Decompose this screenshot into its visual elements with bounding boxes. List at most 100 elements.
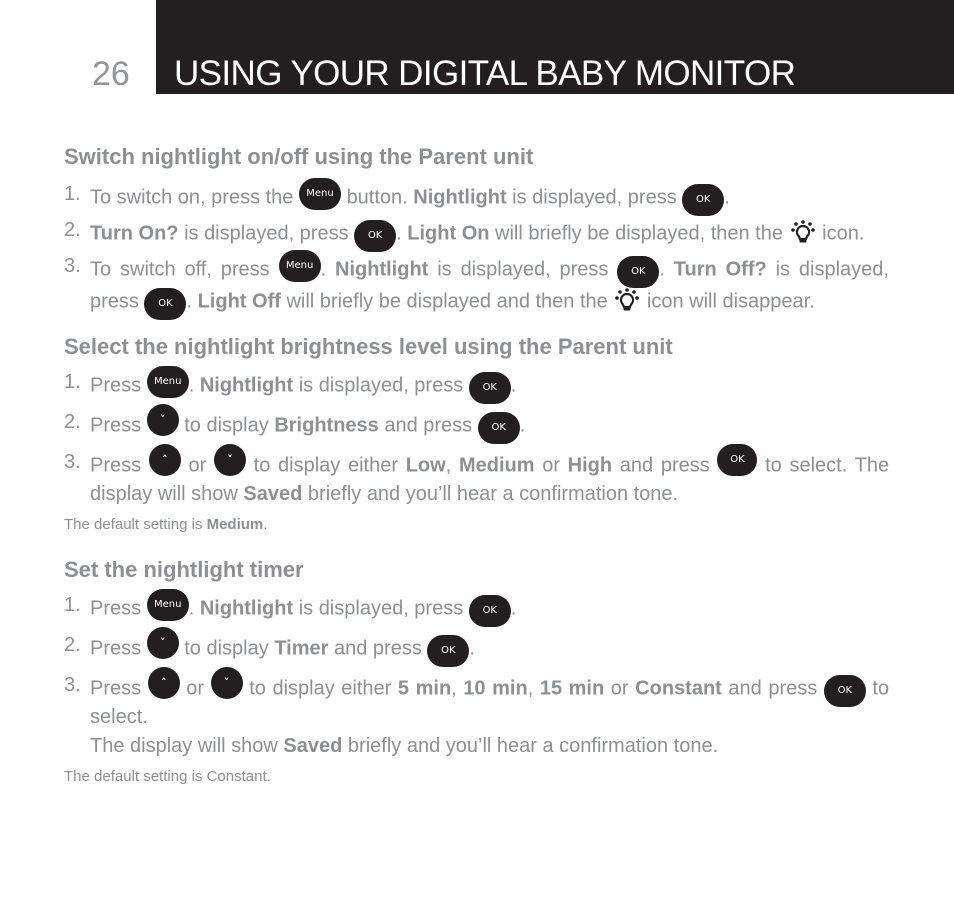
ok-button-icon: OK xyxy=(717,444,758,476)
step-text: will briefly be displayed and then the xyxy=(286,290,608,313)
section-timer: Set the nightlight timer 1. Press Menu. … xyxy=(64,555,889,787)
step-text: to display either xyxy=(253,454,398,477)
step-bold: Light Off xyxy=(197,290,281,313)
menu-button-icon: Menu xyxy=(146,589,189,621)
step-bold: High xyxy=(567,454,613,477)
step-bold: 15 min xyxy=(539,677,605,700)
step-text: Press xyxy=(90,414,142,437)
step-text: or xyxy=(610,677,629,700)
step-text: to display xyxy=(184,414,269,437)
step-text: will briefly be displayed, then the xyxy=(495,222,783,245)
step-text: . xyxy=(188,374,195,397)
step-text: briefly and you’ll hear a confirmation t… xyxy=(307,483,679,505)
step-bold: Saved xyxy=(243,483,303,505)
nightlight-bulb-icon xyxy=(790,220,815,243)
step-item: 3. To switch off, press Menu. Nightlight… xyxy=(64,250,889,320)
ok-button-icon: OK xyxy=(468,595,511,627)
step-bold: Low xyxy=(405,454,446,477)
step-text: briefly and you’ll hear a confirmation t… xyxy=(347,735,719,757)
step-text: or xyxy=(186,677,205,700)
step-item: 1. Press Menu. Nightlight is displayed, … xyxy=(64,366,889,404)
down-arrow-button-icon: ˅ xyxy=(210,667,243,699)
step-text: and press xyxy=(619,454,710,477)
down-arrow-button-icon: ˅ xyxy=(213,444,246,476)
note-text: The default setting is xyxy=(64,516,203,533)
step-item: 2. Press ˅ to display Timer and press OK… xyxy=(64,627,889,667)
step-text: . xyxy=(659,258,665,281)
step-number: 1. xyxy=(64,183,81,205)
ok-button-icon: OK xyxy=(144,288,187,320)
step-number: 2. xyxy=(64,634,81,656)
ok-button-icon: OK xyxy=(823,675,866,707)
step-text: . xyxy=(396,222,402,245)
step-item: 2. Turn On? is displayed, press OK. Ligh… xyxy=(64,218,889,252)
down-arrow-button-icon: ˅ xyxy=(146,627,179,659)
step-number: 2. xyxy=(64,219,81,241)
step-text: to display xyxy=(184,637,269,660)
step-text: or xyxy=(542,454,560,477)
step-text: is displayed, press xyxy=(512,186,677,209)
section-heading: Select the nightlight brightness level u… xyxy=(64,334,673,359)
default-setting-note: The default setting is Medium. xyxy=(64,515,889,535)
step-text: and press xyxy=(333,637,422,660)
step-text: icon will disappear. xyxy=(646,290,815,313)
step-text: to display either xyxy=(249,677,392,700)
ok-button-icon: OK xyxy=(354,220,397,252)
ok-button-icon: OK xyxy=(682,184,725,216)
step-number: 1. xyxy=(64,371,81,393)
step-continuation: The display will show Saved briefly and … xyxy=(90,734,889,759)
step-text: , xyxy=(445,454,452,477)
step-item: 2. Press ˅ to display Brightness and pre… xyxy=(64,404,889,444)
step-text: Press xyxy=(90,374,142,397)
step-bold: 10 min xyxy=(463,677,528,700)
step-item: 1. To switch on, press the Menu button. … xyxy=(64,178,889,216)
step-text: . xyxy=(188,597,195,620)
step-list: 1. Press Menu. Nightlight is displayed, … xyxy=(64,366,889,507)
step-text: To switch off, press xyxy=(90,258,270,281)
step-text: , xyxy=(451,677,457,700)
step-bold: Saved xyxy=(283,735,343,757)
step-number: 1. xyxy=(64,594,81,616)
step-bold: Nightlight xyxy=(199,597,294,620)
step-bold: Constant xyxy=(635,677,722,700)
nightlight-bulb-icon xyxy=(615,288,640,311)
step-text: To switch on, press the xyxy=(90,186,294,209)
step-text: , xyxy=(527,677,534,700)
step-item: 3. Press ˄ or ˅ to display either 5 min,… xyxy=(64,667,889,759)
step-number: 2. xyxy=(64,411,81,433)
step-bold: Nightlight xyxy=(413,186,507,209)
section-brightness: Select the nightlight brightness level u… xyxy=(64,332,889,535)
default-setting-note: The default setting is Constant. xyxy=(64,767,889,787)
step-text: button. xyxy=(346,186,408,209)
step-text: is displayed, press xyxy=(437,258,609,281)
step-bold: Medium xyxy=(458,454,535,477)
step-number: 3. xyxy=(64,674,81,696)
step-text: . xyxy=(320,258,327,281)
step-text: . xyxy=(186,290,193,313)
header-bar: USING YOUR DIGITAL BABY MONITOR xyxy=(156,0,954,94)
step-item: 3. Press ˄ or ˅ to display either Low, M… xyxy=(64,444,889,507)
step-text: . xyxy=(469,637,475,660)
step-text: . xyxy=(510,374,517,397)
step-text: is displayed, press xyxy=(298,597,464,620)
step-text: . xyxy=(519,414,526,437)
ok-button-icon: OK xyxy=(427,635,470,667)
up-arrow-button-icon: ˄ xyxy=(147,667,180,699)
page-number: 26 xyxy=(92,55,130,93)
content: Switch nightlight on/off using the Paren… xyxy=(64,142,889,787)
step-number: 3. xyxy=(64,255,81,277)
step-text: . xyxy=(724,186,730,209)
step-bold: Nightlight xyxy=(199,374,294,397)
menu-button-icon: Menu xyxy=(278,250,321,282)
ok-button-icon: OK xyxy=(477,412,520,444)
step-bold: Turn Off? xyxy=(673,258,767,281)
ok-button-icon: OK xyxy=(617,256,660,288)
step-list: 1. Press Menu. Nightlight is displayed, … xyxy=(64,589,889,759)
section-heading: Switch nightlight on/off using the Paren… xyxy=(64,144,534,169)
ok-button-icon: OK xyxy=(468,372,511,404)
step-list: 1. To switch on, press the Menu button. … xyxy=(64,178,889,320)
step-text: is displayed, press xyxy=(298,374,464,397)
step-item: 1. Press Menu. Nightlight is displayed, … xyxy=(64,589,889,627)
step-text: . xyxy=(510,597,517,620)
step-text: or xyxy=(188,454,207,477)
